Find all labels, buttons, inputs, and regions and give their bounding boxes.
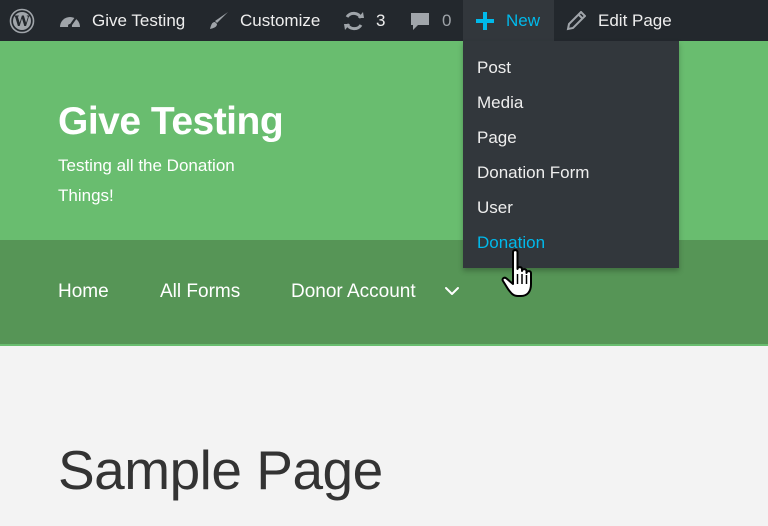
- updates-button[interactable]: 3: [342, 0, 385, 41]
- paintbrush-icon: [208, 10, 230, 32]
- svg-text:W: W: [13, 14, 30, 30]
- new-content-dropdown: Post Media Page Donation Form User Donat…: [463, 41, 679, 268]
- nav-item-all-forms[interactable]: All Forms: [160, 278, 240, 306]
- hand-pointer-cursor-icon: [500, 248, 540, 305]
- site-title[interactable]: Give Testing: [58, 100, 284, 144]
- customize-label: Customize: [240, 10, 321, 30]
- plus-icon: [476, 11, 494, 30]
- updates-refresh-icon: [342, 10, 366, 32]
- comments-count: 0: [442, 10, 452, 30]
- site-name-menu[interactable]: Give Testing: [58, 0, 185, 41]
- updates-count: 3: [376, 10, 386, 30]
- new-media-menu-item[interactable]: Media: [477, 88, 523, 118]
- nav-item-donor-account[interactable]: Donor Account: [291, 278, 416, 306]
- nav-item-home[interactable]: Home: [58, 278, 109, 306]
- comments-button[interactable]: 0: [409, 0, 451, 41]
- new-page-menu-item[interactable]: Page: [477, 123, 517, 153]
- edit-page-label: Edit Page: [598, 10, 672, 30]
- pencil-icon: [566, 10, 586, 31]
- new-donation-form-menu-item[interactable]: Donation Form: [477, 158, 589, 188]
- comment-bubble-icon: [409, 10, 431, 32]
- edit-page-button[interactable]: Edit Page: [566, 0, 672, 41]
- new-post-menu-item[interactable]: Post: [477, 53, 511, 83]
- chevron-down-icon[interactable]: [444, 283, 460, 304]
- wp-logo-button[interactable]: W: [9, 0, 39, 41]
- page-title: Sample Page: [58, 439, 383, 501]
- new-content-button[interactable]: New: [463, 0, 554, 41]
- customize-button[interactable]: Customize: [208, 0, 320, 41]
- site-name-label: Give Testing: [92, 10, 186, 30]
- new-content-label: New: [506, 10, 541, 30]
- dashboard-gauge-icon: [58, 11, 82, 31]
- wordpress-icon: W: [9, 8, 35, 34]
- admin-bar: W Give Testing Customize 3 0 New Edit Pa…: [0, 0, 768, 41]
- new-user-menu-item[interactable]: User: [477, 193, 513, 223]
- site-tagline: Testing all the Donation Things!: [58, 156, 235, 205]
